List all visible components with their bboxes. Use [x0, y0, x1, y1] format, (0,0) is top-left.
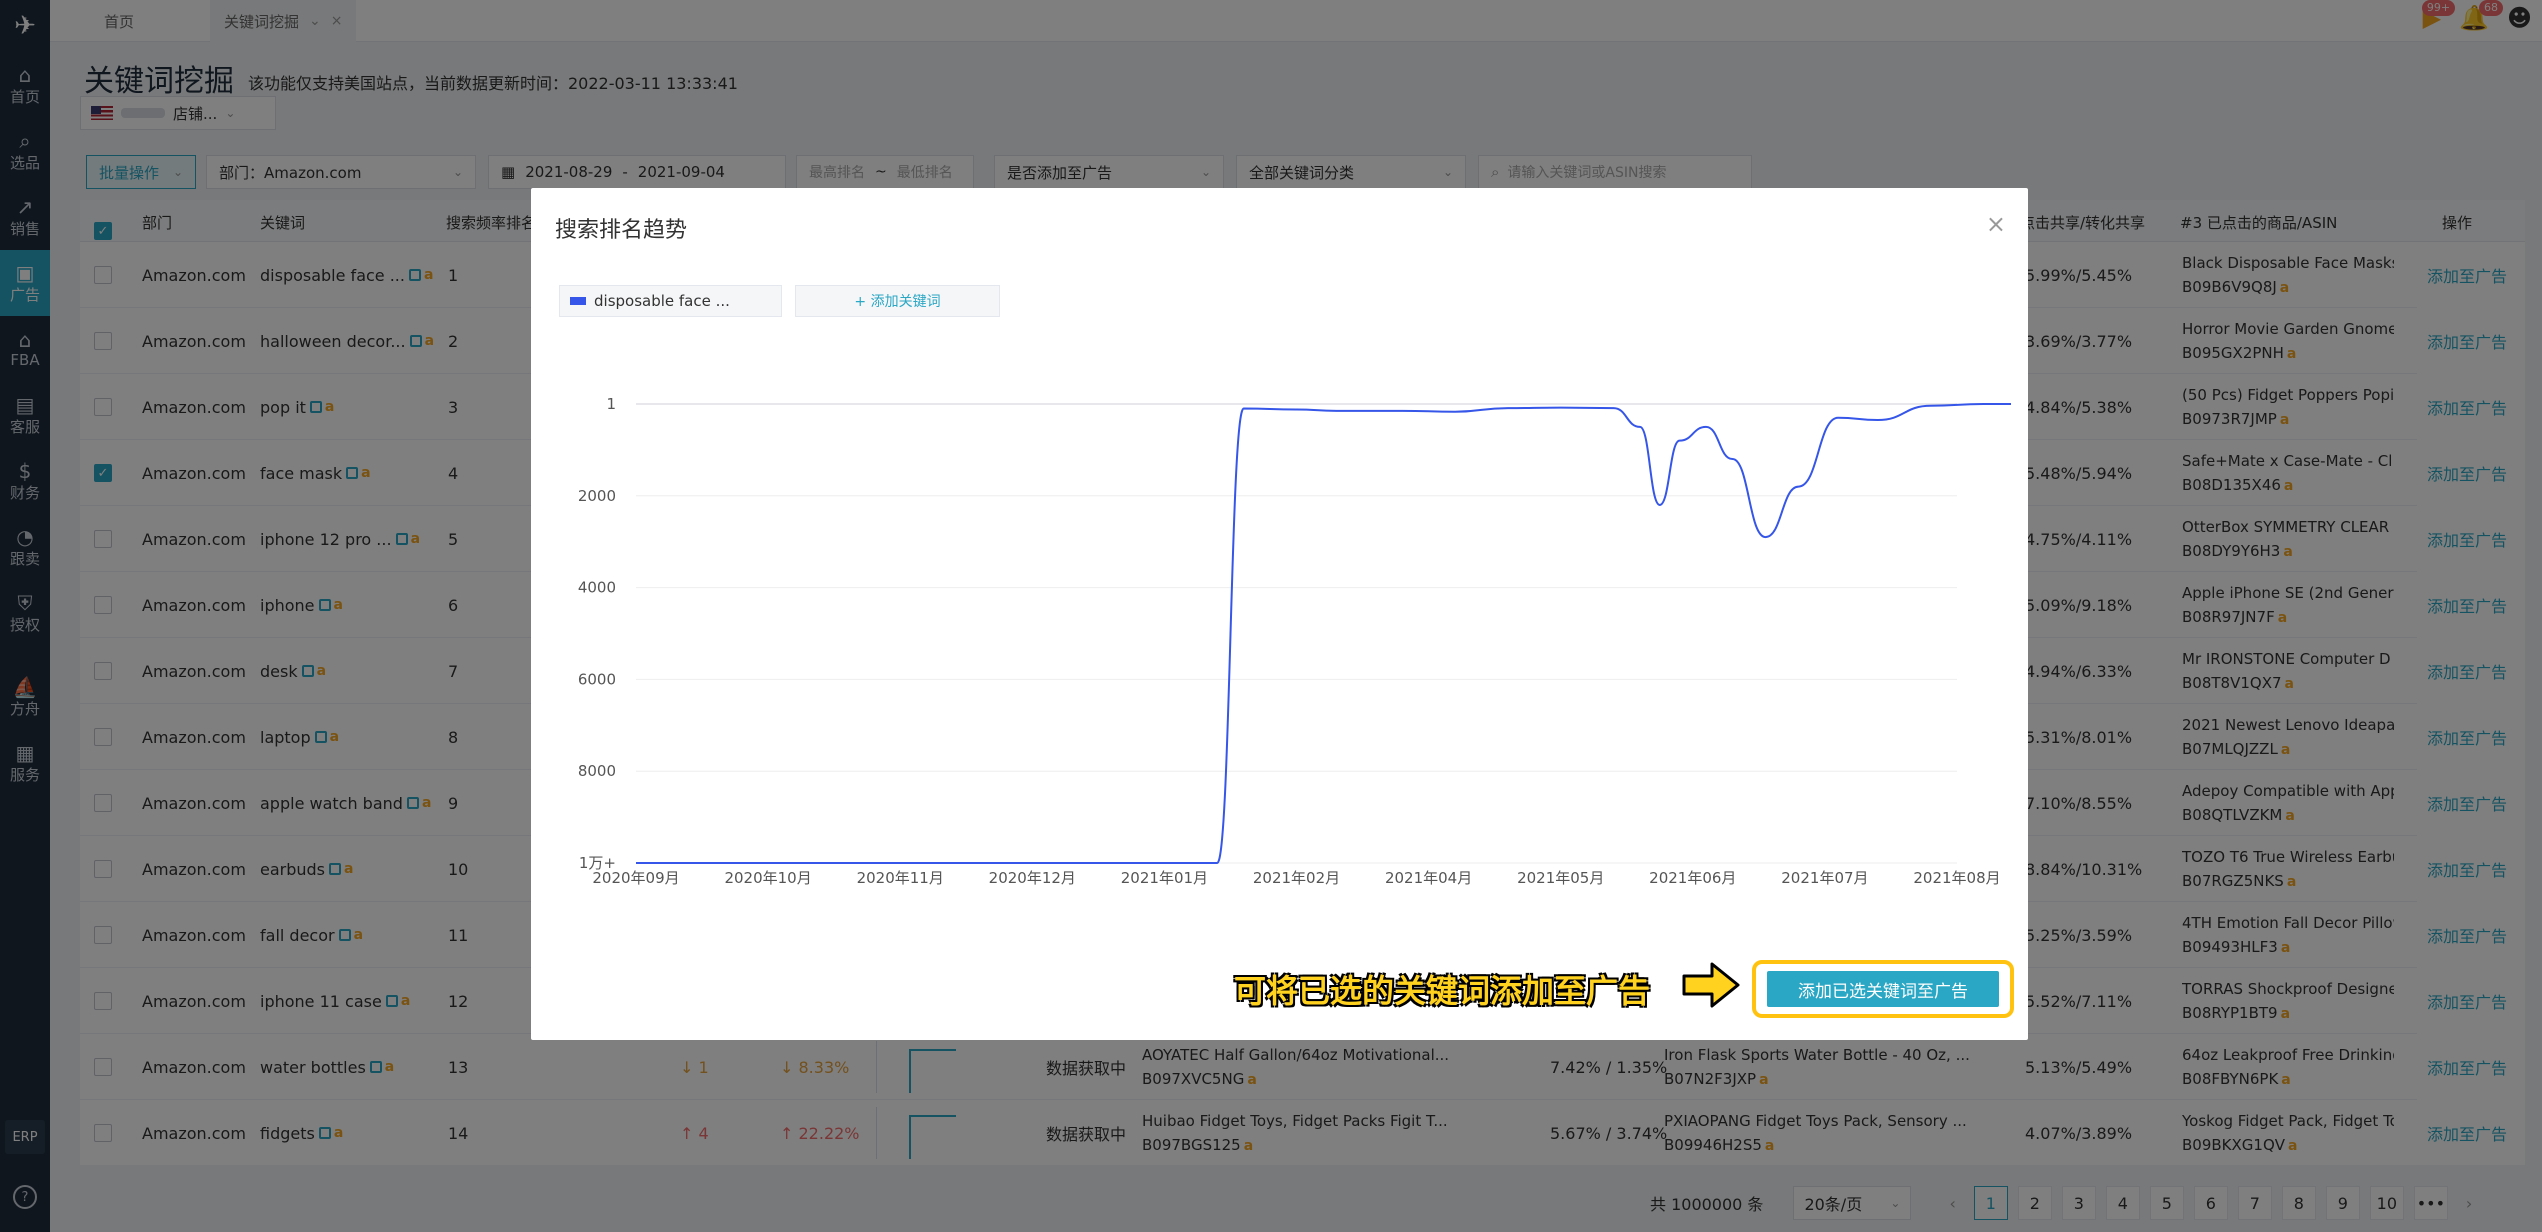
series-color-swatch [570, 297, 586, 305]
x-tick-label: 2020年12月 [989, 869, 1076, 887]
modal-title: 搜索排名趋势 [555, 218, 688, 243]
x-tick-label: 2021年06月 [1649, 869, 1736, 887]
rank-trend-chart: 120004000600080001万+2020年09月 2020年10月 2020… [578, 395, 2011, 887]
keyword-tag[interactable]: disposable face ... [559, 285, 782, 317]
x-tick-label: 2020年11月 [857, 869, 944, 887]
x-tick-label: 2021年01月 [1121, 869, 1208, 887]
x-tick-label: 2021年02月 [1253, 869, 1340, 887]
arrow-right-icon [1682, 962, 1740, 1008]
y-tick-label: 4000 [578, 579, 616, 597]
y-tick-label: 6000 [578, 670, 616, 688]
y-tick-label: 8000 [578, 762, 616, 780]
add-keyword-button[interactable]: + 添加关键词 [795, 285, 1000, 317]
x-tick-label: 2020年09月 [592, 869, 679, 887]
x-tick-label: 2021年05月 [1517, 869, 1604, 887]
search-rank-trend-modal: 搜索排名趋势 × disposable face ... + 添加关键词 1 20… [531, 188, 2028, 1040]
x-tick-label: 2021年04月 [1385, 869, 1472, 887]
add-selected-to-ads-button[interactable]: 添加已选关键词至广告 [1767, 971, 1999, 1007]
y-tick-label: 2000 [578, 487, 616, 505]
close-icon[interactable]: × [1986, 210, 2006, 238]
x-tick-label: 2021年07月 [1781, 869, 1868, 887]
keyword-tag-label: disposable face ... [594, 292, 730, 310]
x-tick-label: 2021年08月 [1913, 869, 2000, 887]
y-tick-label: 1 [606, 395, 616, 413]
hint-callout: 可将已选的关键词添加至广告 [1234, 972, 1651, 1010]
x-tick-label: 2020年10月 [724, 869, 811, 887]
series-line [636, 403, 2011, 865]
